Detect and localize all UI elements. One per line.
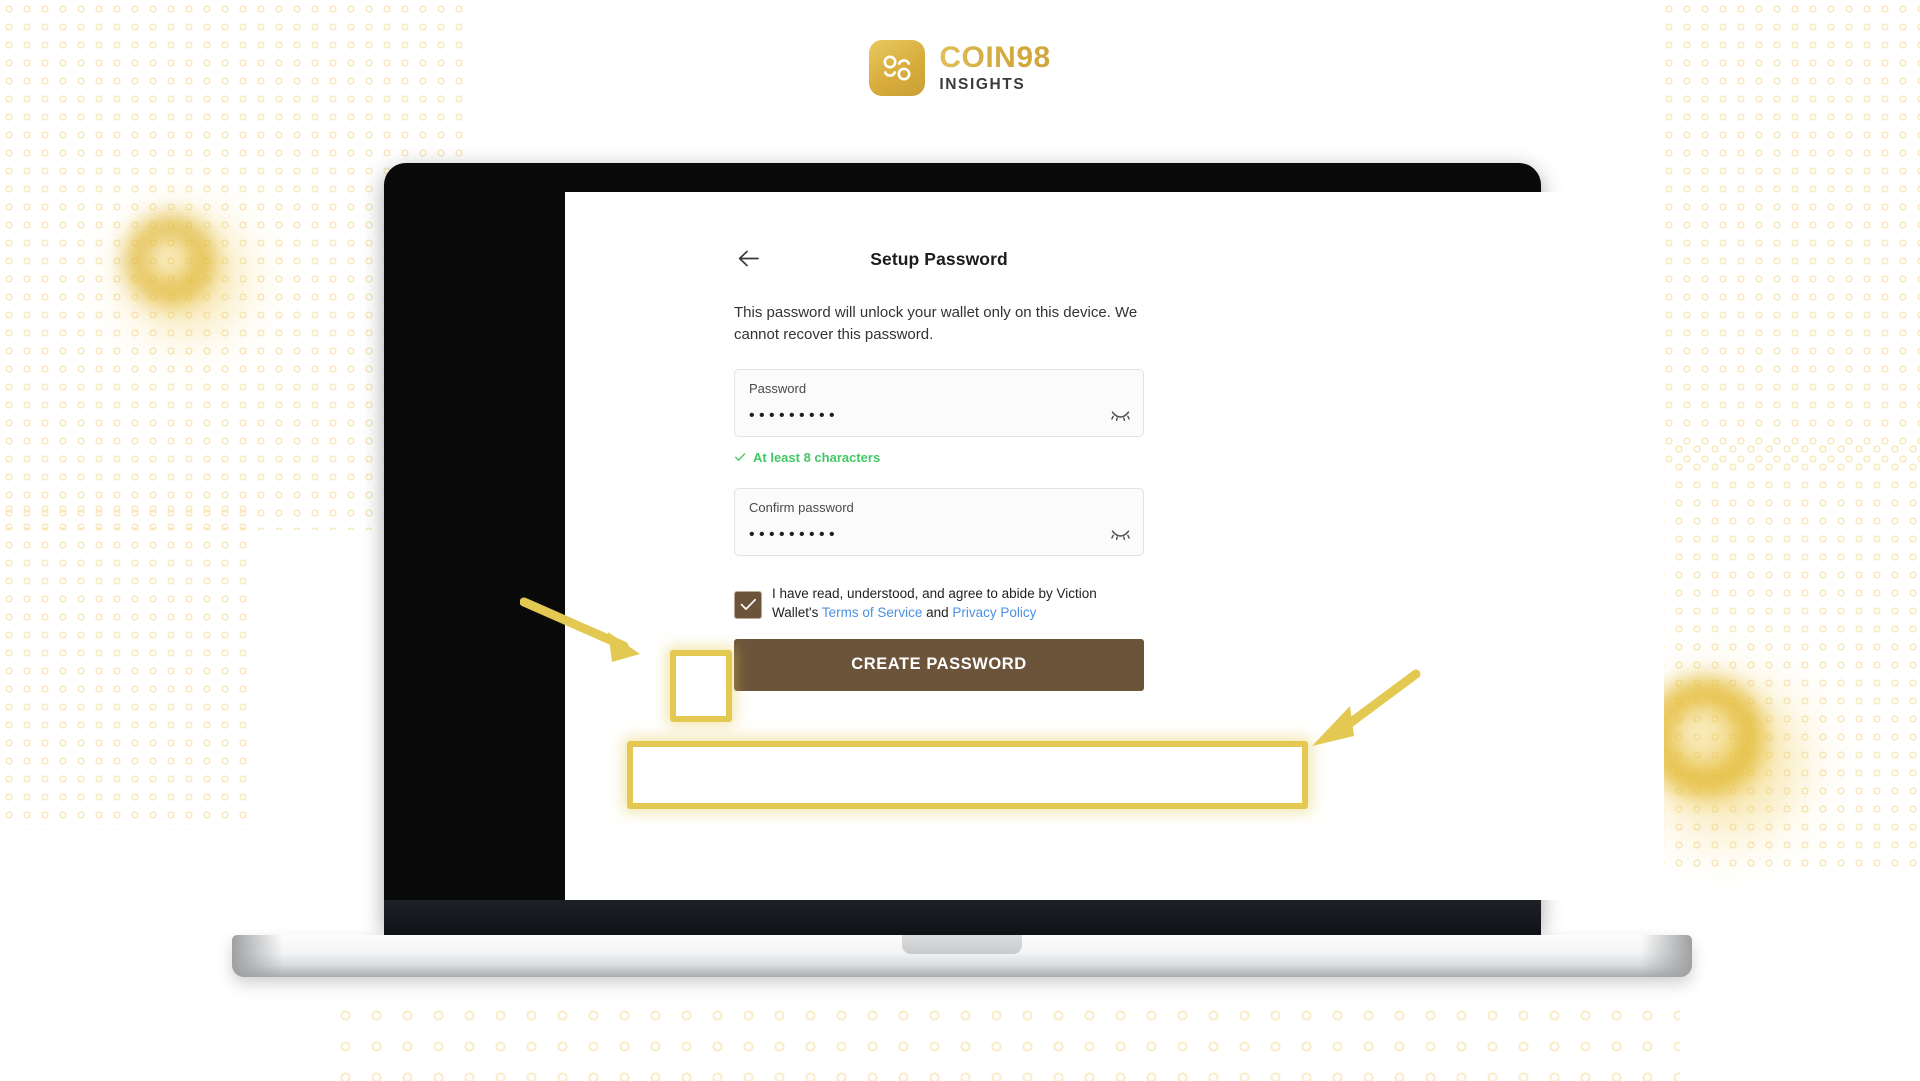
terms-of-service-link[interactable]: Terms of Service [822,605,923,620]
password-field-label: Password [749,380,807,396]
privacy-policy-link[interactable]: Privacy Policy [952,605,1036,620]
eye-off-icon [1110,529,1130,540]
arrow-left-icon [738,250,759,266]
password-validation-message: At least 8 characters [734,450,1144,465]
password-field-value: ••••••••• [749,406,840,424]
brand-subtitle: INSIGHTS [939,76,1026,94]
page-header: Setup Password [734,242,1144,276]
password-visibility-toggle[interactable] [1110,408,1130,422]
wallet-setup-password-page: Setup Password This password will unlock… [565,192,1664,900]
confirm-password-visibility-toggle[interactable] [1110,527,1130,541]
background-dot-pattern-left-lower [0,500,250,830]
back-button[interactable] [734,244,762,272]
confirm-password-field-value: ••••••••• [749,525,840,543]
page-title: Setup Password [870,248,1008,269]
coin98-logo-mark [869,40,926,96]
confirm-password-field-label: Confirm password [749,499,854,515]
check-icon [735,453,746,461]
password-validation-text: At least 8 characters [753,449,881,465]
wallet-content-container: Setup Password This password will unlock… [734,242,1144,691]
brand-header: COIN98 INSIGHTS [0,40,1920,96]
terms-agreement-row: I have read, understood, and agree to ab… [734,582,1144,623]
background-dot-pattern-bottom [330,1000,1680,1081]
eye-off-icon [1110,410,1130,421]
decorative-ring-left [126,216,214,304]
password-field[interactable]: Password ••••••••• [734,368,1144,437]
terms-agreement-text: I have read, understood, and agree to ab… [772,582,1144,623]
terms-agreement-checkbox[interactable] [734,590,762,619]
page-description: This password will unlock your wallet on… [734,304,1138,343]
laptop-lid: Setup Password This password will unlock… [384,163,1664,930]
laptop-screen: Setup Password This password will unlock… [565,192,1664,900]
glow-halo-left [112,202,262,352]
terms-text-middle: and [922,605,953,621]
laptop-base-notch [902,935,1022,954]
create-password-button[interactable]: CREATE PASSWORD [734,638,1144,691]
brand-name: COIN98 [939,41,1051,75]
checkmark-icon [740,598,756,610]
confirm-password-field[interactable]: Confirm password ••••••••• [734,487,1144,556]
